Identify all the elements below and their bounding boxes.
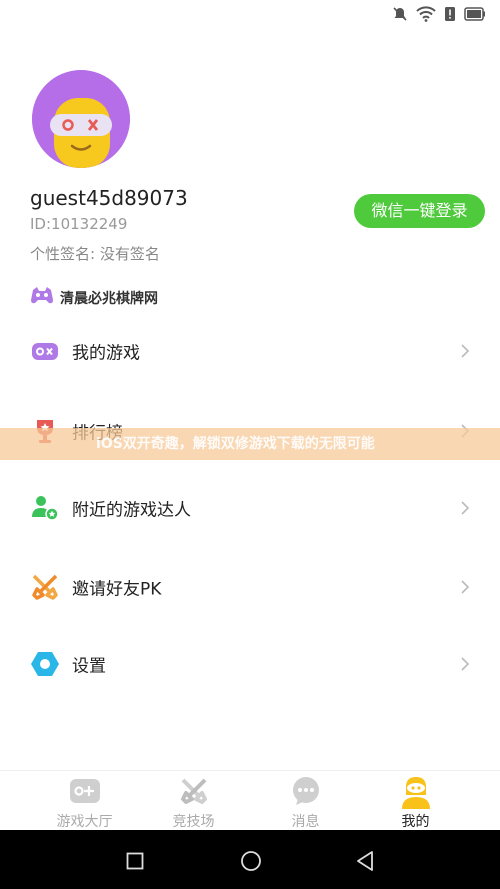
avatar-mascot-icon <box>32 70 130 168</box>
menu-item-invite-pk[interactable]: 邀请好友PK <box>0 548 500 626</box>
chevron-right-icon <box>460 500 470 516</box>
signature[interactable]: 个性签名: 没有签名 <box>30 243 160 264</box>
avatar[interactable] <box>32 70 130 168</box>
chevron-right-icon <box>460 656 470 672</box>
menu-item-label: 邀请好友PK <box>72 579 162 600</box>
alert-icon <box>444 6 456 22</box>
arena-icon <box>178 775 210 811</box>
menu-item-my-games[interactable]: 我的游戏 <box>0 312 500 390</box>
settings-hexagon-icon <box>30 649 60 679</box>
tab-label: 游戏大厅 <box>56 814 113 830</box>
chat-icon <box>290 775 322 811</box>
username: guest45d89073 <box>30 186 188 210</box>
nearby-people-icon <box>30 493 60 523</box>
battery-icon <box>464 7 486 21</box>
tab-me[interactable]: 我的 <box>353 771 478 831</box>
back-triangle-icon[interactable] <box>355 850 375 876</box>
me-icon <box>398 775 434 815</box>
chevron-right-icon <box>460 343 470 359</box>
tab-arena[interactable]: 竞技场 <box>131 771 256 831</box>
watermark-banner: iOS双开奇趣，解锁双修游戏下载的无限可能 <box>0 428 500 460</box>
home-circle-icon[interactable] <box>240 850 262 876</box>
site-name: 清晨必兆棋牌网 <box>60 291 158 307</box>
user-id: ID:10132249 <box>30 215 128 233</box>
tab-label: 我的 <box>401 814 430 830</box>
game-logo-icon <box>30 286 54 310</box>
status-bar <box>0 0 500 30</box>
gamepad-icon <box>30 336 60 366</box>
mute-icon <box>392 6 408 22</box>
crossed-swords-icon <box>30 572 60 602</box>
wechat-login-button[interactable]: 微信一键登录 <box>354 194 485 228</box>
site-line: 清晨必兆棋牌网 <box>30 286 158 310</box>
menu-item-settings[interactable]: 设置 <box>0 625 500 703</box>
menu-item-label: 设置 <box>72 656 106 677</box>
bottom-tab-bar: 游戏大厅 竞技场 消息 我的 <box>0 770 500 831</box>
recents-square-icon[interactable] <box>126 852 144 874</box>
menu-item-nearby-gamers[interactable]: 附近的游戏达人 <box>0 469 500 547</box>
tab-game-hall[interactable]: 游戏大厅 <box>22 771 147 831</box>
system-nav-bar <box>0 830 500 889</box>
tab-label: 消息 <box>291 814 320 830</box>
tab-messages[interactable]: 消息 <box>243 771 368 831</box>
game-hall-icon <box>68 775 102 811</box>
tab-label: 竞技场 <box>172 814 215 830</box>
menu-item-label: 我的游戏 <box>72 343 140 364</box>
wifi-icon <box>416 6 436 22</box>
chevron-right-icon <box>460 579 470 595</box>
menu-item-label: 附近的游戏达人 <box>72 500 191 521</box>
